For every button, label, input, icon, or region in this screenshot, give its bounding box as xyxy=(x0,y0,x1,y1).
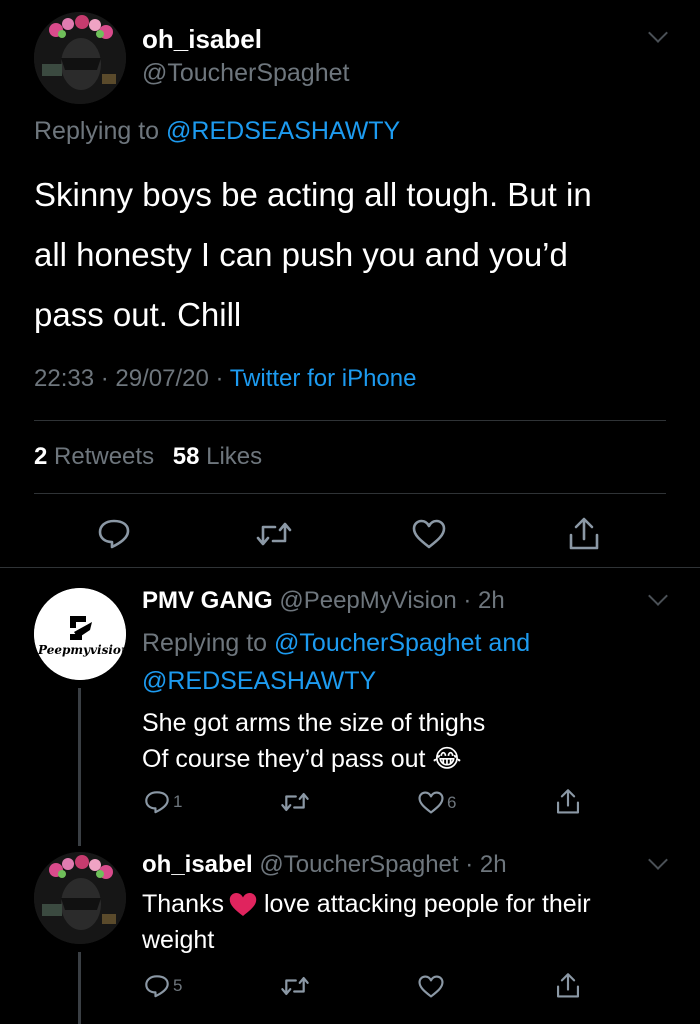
share-button[interactable] xyxy=(555,787,581,815)
likes-count: 58 xyxy=(172,443,200,470)
tweet-text-part: Thanks xyxy=(142,890,224,918)
tweet-time: 22:33 xyxy=(34,365,95,392)
handle-time[interactable]: @PeepMyVision · 2h xyxy=(279,587,504,614)
tweet-text-line: Skinny boys be acting all tough. But in xyxy=(34,176,592,213)
like-count: 6 xyxy=(447,792,457,812)
tweet-text-part: love attacking people for their xyxy=(263,890,591,918)
replying-to: Replying to @ToucherSpaghet and @REDSEAS… xyxy=(142,624,530,700)
tweet-meta: 22:33 · 29/07/20 · Twitter for iPhone xyxy=(34,365,417,392)
thread-line xyxy=(78,688,81,846)
retweet-button[interactable] xyxy=(255,519,293,549)
red-heart-icon xyxy=(229,892,257,916)
divider xyxy=(34,420,666,421)
like-button[interactable]: 6 xyxy=(418,791,456,814)
replying-to: Replying to @REDSEASHAWTY xyxy=(34,117,400,146)
chevron-down-icon[interactable] xyxy=(648,23,668,43)
like-button[interactable] xyxy=(412,519,446,549)
tweet-text: Thanks love attacking people for their w… xyxy=(142,886,591,958)
heart-icon xyxy=(412,519,446,549)
avatar-image xyxy=(34,12,126,104)
replying-to-link[interactable]: @REDSEASHAWTY xyxy=(142,667,376,695)
like-button[interactable] xyxy=(418,975,444,998)
retweets-stat[interactable]: 2 Retweets xyxy=(34,443,154,470)
chevron-down-icon[interactable] xyxy=(648,850,668,870)
reply-header: oh_isabel @ToucherSpaghet · 2h xyxy=(142,851,507,879)
chevron-down-icon[interactable] xyxy=(648,586,668,606)
tweet-client[interactable]: Twitter for iPhone xyxy=(230,365,417,392)
avatar-text: Peepmyvision xyxy=(38,643,126,657)
display-name[interactable]: PMV GANG xyxy=(142,587,273,614)
share-icon xyxy=(556,789,580,814)
tweet-text: Skinny boys be acting all tough. But in … xyxy=(34,165,592,345)
retweets-label: Retweets xyxy=(54,443,155,470)
reply-icon xyxy=(98,519,130,549)
share-icon xyxy=(569,517,599,550)
reply-button[interactable]: 5 xyxy=(144,973,182,998)
likes-label: Likes xyxy=(206,443,263,470)
reply-button[interactable]: 1 xyxy=(144,789,182,814)
avatar-image xyxy=(34,852,126,944)
avatar[interactable] xyxy=(34,852,126,944)
tweet-text-line: pass out. Chill xyxy=(34,296,242,333)
retweet-icon xyxy=(256,522,292,546)
reply-icon xyxy=(145,975,169,998)
replying-prefix: Replying to xyxy=(34,117,160,145)
reply-header: PMV GANG @PeepMyVision · 2h xyxy=(142,587,505,615)
reply-count: 1 xyxy=(173,791,183,811)
display-name[interactable]: oh_isabel xyxy=(142,851,253,878)
tweet-text-line: She got arms the size of thighs xyxy=(142,709,486,737)
replying-to-link[interactable]: @ToucherSpaghet and xyxy=(274,629,530,657)
retweet-button[interactable] xyxy=(280,974,310,998)
tweet-text-line: all honesty I can push you and you’d xyxy=(34,236,568,273)
retweets-count: 2 xyxy=(34,443,48,470)
handle-time[interactable]: @ToucherSpaghet · 2h xyxy=(259,851,506,878)
likes-stat[interactable]: 58 Likes xyxy=(173,443,262,470)
avatar[interactable] xyxy=(34,12,126,104)
replying-to-link[interactable]: @REDSEASHAWTY xyxy=(166,117,400,145)
tweet-date: 29/07/20 xyxy=(115,365,209,392)
tweet-text-line: Of course they’d pass out 😂 xyxy=(142,745,462,773)
share-icon xyxy=(556,973,580,998)
section-divider xyxy=(0,567,700,568)
tweet-text: She got arms the size of thighs Of cours… xyxy=(142,705,485,777)
share-button[interactable] xyxy=(567,515,601,551)
tweet-text-line: weight xyxy=(142,926,215,954)
retweet-button[interactable] xyxy=(280,790,310,814)
reply-count: 5 xyxy=(173,975,183,995)
share-button[interactable] xyxy=(555,971,581,999)
avatar[interactable]: Peepmyvision xyxy=(34,588,126,680)
reply-button[interactable] xyxy=(97,517,131,549)
engagement-stats: 2 Retweets 58 Likes xyxy=(34,443,262,471)
divider xyxy=(34,493,666,494)
avatar-logo xyxy=(34,588,126,680)
heart-icon xyxy=(418,791,444,814)
handle[interactable]: @ToucherSpaghet xyxy=(142,59,349,88)
heart-icon xyxy=(418,975,444,998)
retweet-icon xyxy=(281,977,309,995)
thread-line xyxy=(78,952,81,1024)
display-name[interactable]: oh_isabel xyxy=(142,24,262,55)
replying-prefix: Replying to xyxy=(142,629,268,657)
reply-icon xyxy=(145,791,169,814)
retweet-icon xyxy=(281,793,309,811)
